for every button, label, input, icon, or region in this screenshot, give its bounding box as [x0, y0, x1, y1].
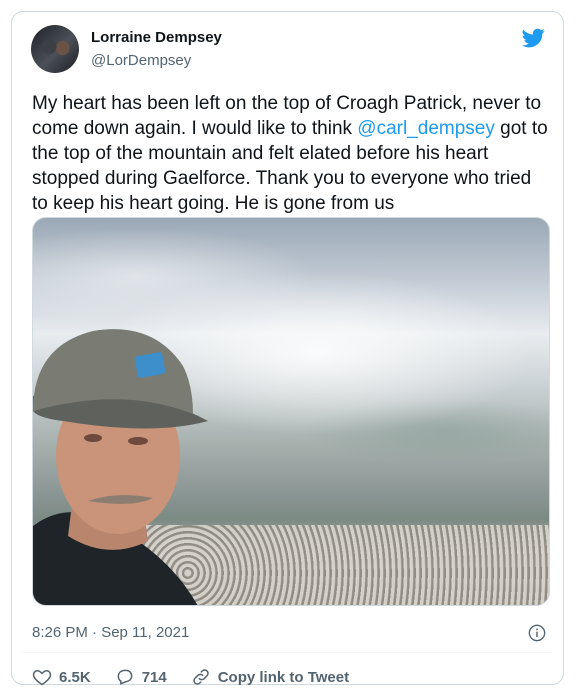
tweet-actions: 6.5K 714 Copy link to Tweet: [32, 667, 373, 687]
heart-icon: [32, 669, 52, 686]
tweet-text: My heart has been left on the top of Cro…: [32, 91, 552, 216]
tweet-photo[interactable]: [32, 217, 550, 606]
photo-person-figure: [33, 329, 208, 605]
reply-icon: [117, 669, 133, 685]
copy-link-label: Copy link to Tweet: [217, 668, 350, 686]
link-icon: [193, 669, 209, 685]
like-button[interactable]: 6.5K: [32, 667, 91, 687]
info-icon[interactable]: [528, 624, 546, 642]
author-name[interactable]: Lorraine Dempsey: [91, 29, 222, 46]
reply-button[interactable]: 714: [115, 667, 167, 687]
twitter-bird-icon[interactable]: [521, 26, 545, 50]
copy-link-button[interactable]: Copy link to Tweet: [191, 667, 349, 687]
author-handle[interactable]: @LorDempsey: [91, 52, 191, 69]
reply-count: 714: [141, 668, 167, 686]
tweet-timestamp[interactable]: 8:26 PM · Sep 11, 2021: [32, 624, 189, 641]
mention-link[interactable]: @carl_dempsey: [357, 118, 495, 139]
divider: [23, 652, 552, 653]
like-count: 6.5K: [59, 668, 91, 686]
avatar[interactable]: [31, 25, 79, 73]
tweet-card[interactable]: Lorraine Dempsey @LorDempsey My heart ha…: [11, 11, 564, 687]
